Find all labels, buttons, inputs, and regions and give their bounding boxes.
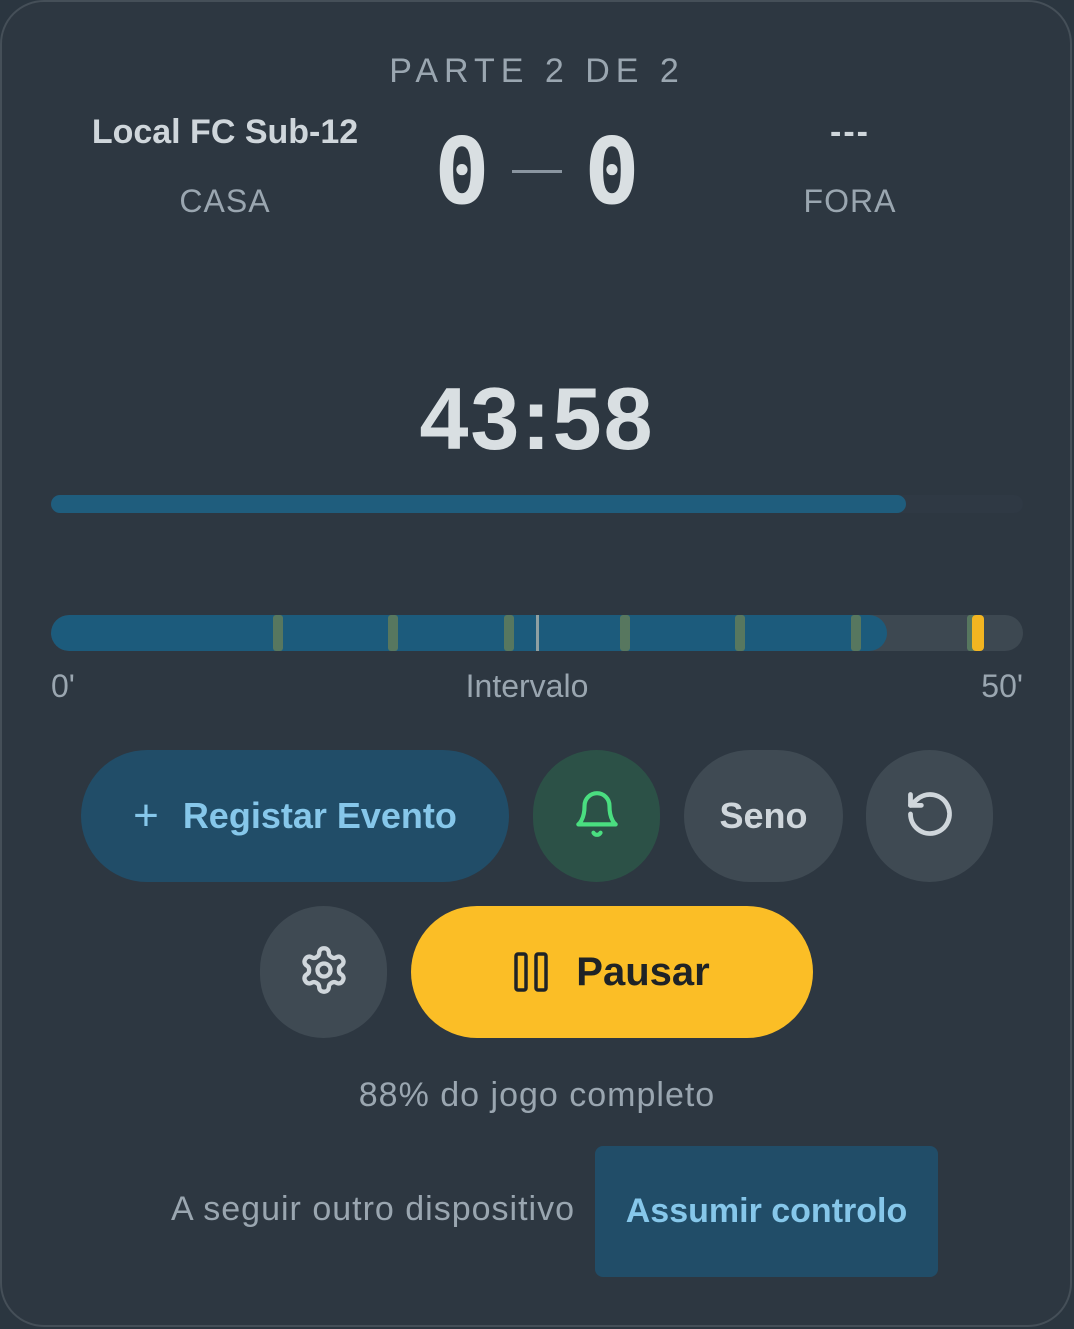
- timeline-event-marker[interactable]: [272, 615, 283, 651]
- register-event-label: Registar Evento: [182, 795, 457, 836]
- timeline-end-label: 50': [981, 668, 1023, 704]
- period-label: PARTE 2 DE 2: [389, 52, 685, 90]
- register-event-button[interactable]: + Registar Evento: [81, 750, 509, 882]
- timeline-event-marker[interactable]: [851, 615, 862, 651]
- away-score: 0: [584, 118, 640, 225]
- home-side-label: CASA: [179, 183, 271, 219]
- reset-button[interactable]: [866, 750, 993, 882]
- seno-label: Seno: [719, 795, 808, 836]
- match-timeline[interactable]: [51, 615, 1023, 651]
- home-team-name: Local FC Sub-12: [91, 113, 359, 151]
- take-control-label: Assumir controlo: [625, 1192, 908, 1230]
- score-separator: [512, 170, 562, 173]
- timeline-halftime-label: Intervalo: [465, 668, 589, 704]
- seno-button[interactable]: Seno: [684, 750, 843, 882]
- clock-progress-fill: [51, 495, 907, 513]
- timeline-event-marker[interactable]: [735, 615, 746, 651]
- pause-label: Pausar: [576, 949, 710, 994]
- following-device-text: A seguir outro dispositivo: [171, 1190, 575, 1228]
- reset-icon: [904, 788, 956, 845]
- timeline-event-marker[interactable]: [504, 615, 515, 651]
- timeline-event-marker[interactable]: [619, 615, 630, 651]
- current-time-marker: [971, 615, 984, 651]
- away-side-label: FORA: [803, 183, 897, 219]
- gear-icon: [298, 944, 350, 1001]
- settings-button[interactable]: [260, 906, 387, 1038]
- pause-button[interactable]: Pausar: [411, 906, 813, 1038]
- match-clock: 43:58: [419, 369, 655, 468]
- alert-button[interactable]: [533, 750, 660, 882]
- take-control-button[interactable]: Assumir controlo: [595, 1146, 938, 1277]
- timeline-event-marker[interactable]: [388, 615, 399, 651]
- game-progress-text: 88% do jogo completo: [358, 1076, 716, 1114]
- bell-icon: [572, 787, 622, 846]
- timeline-start-label: 0': [51, 668, 75, 704]
- home-score: 0: [434, 118, 490, 225]
- timeline-elapsed: [51, 615, 887, 651]
- halftime-marker: [536, 615, 539, 651]
- away-team-name: ---: [830, 113, 870, 151]
- pause-icon: [514, 952, 549, 992]
- plus-icon: +: [133, 791, 159, 840]
- clock-progress-bar: [51, 495, 1023, 513]
